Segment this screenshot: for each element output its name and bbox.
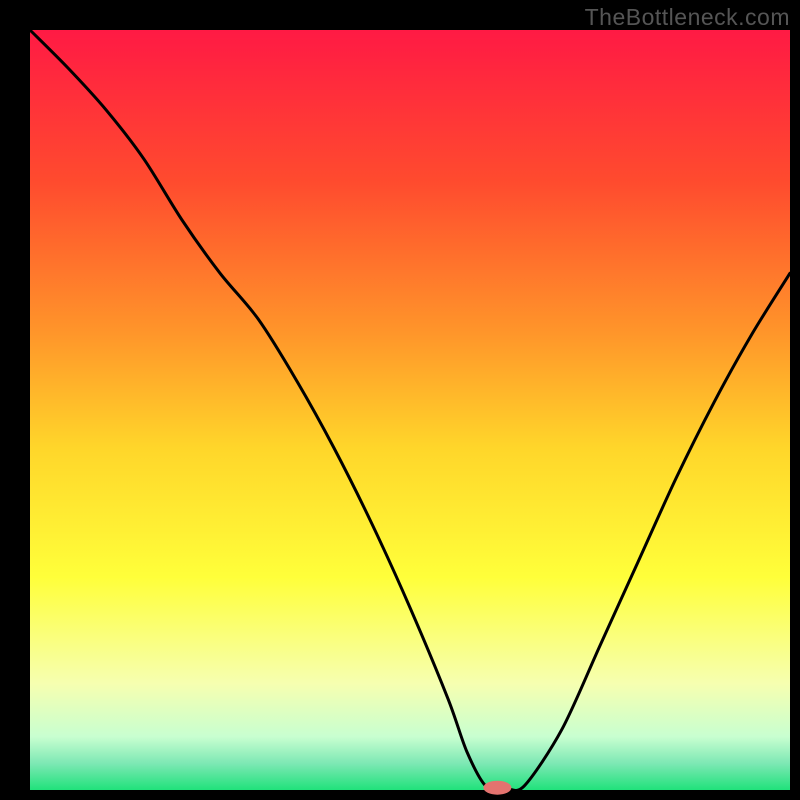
optimal-point-marker (483, 781, 511, 795)
chart-svg (0, 0, 800, 800)
bottleneck-chart: TheBottleneck.com (0, 0, 800, 800)
gradient-background (30, 30, 790, 790)
watermark-label: TheBottleneck.com (585, 4, 790, 31)
